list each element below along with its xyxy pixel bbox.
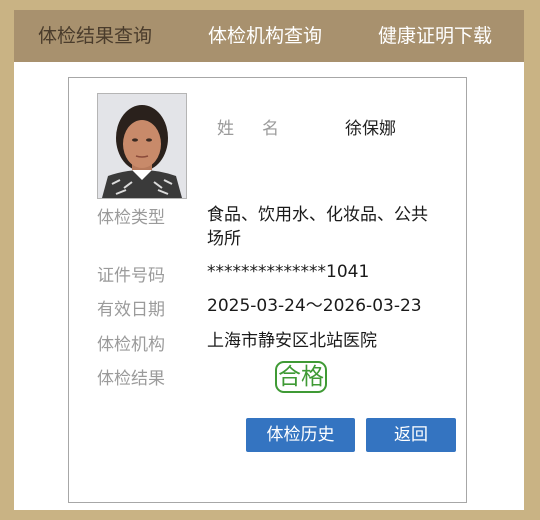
id-number-label: 证件号码	[97, 266, 165, 286]
content-panel: 姓名 徐保娜 体检类型 食品、饮用水、化妆品、公共场所 证件号码 *******…	[14, 62, 524, 510]
tab-exam-institution-query[interactable]: 体检机构查询	[208, 10, 322, 62]
exam-institution-label: 体检机构	[97, 335, 165, 355]
tab-bar: 体检结果查询 体检机构查询 健康证明下载	[14, 10, 524, 62]
exam-history-button[interactable]: 体检历史	[246, 418, 355, 452]
exam-result-label: 体检结果	[97, 369, 165, 389]
id-number-value: **************1041	[207, 262, 370, 282]
valid-date-value: 2025-03-24～2026-03-23	[207, 296, 422, 316]
tab-health-certificate-download[interactable]: 健康证明下载	[378, 10, 492, 62]
valid-date-label: 有效日期	[97, 300, 165, 320]
name-label: 姓名	[217, 119, 307, 139]
back-button[interactable]: 返回	[366, 418, 456, 452]
id-photo	[97, 93, 187, 199]
tab-exam-result-query[interactable]: 体检结果查询	[38, 10, 152, 62]
qualified-stamp: 合格	[275, 361, 327, 393]
exam-result-card: 姓名 徐保娜 体检类型 食品、饮用水、化妆品、公共场所 证件号码 *******…	[68, 77, 467, 503]
name-value: 徐保娜	[345, 119, 396, 139]
exam-type-value: 食品、饮用水、化妆品、公共场所	[207, 205, 428, 249]
exam-type-label: 体检类型	[97, 208, 165, 228]
exam-institution-value: 上海市静安区北站医院	[207, 331, 377, 351]
